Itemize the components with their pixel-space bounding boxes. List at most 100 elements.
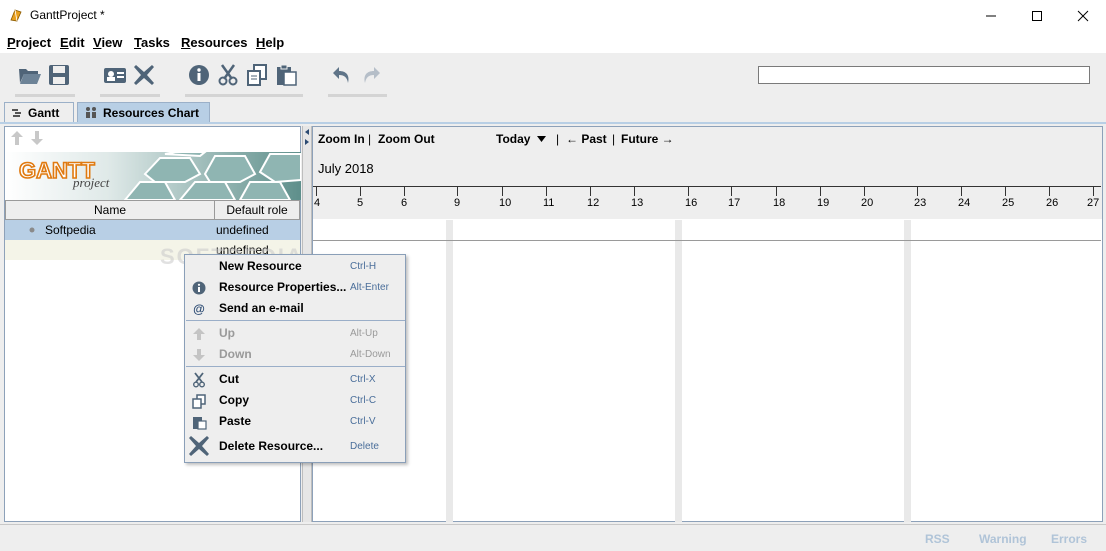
menu-copy[interactable]: Copy Ctrl-C bbox=[185, 390, 405, 411]
minimize-button[interactable] bbox=[968, 0, 1014, 31]
copy-icon bbox=[247, 64, 267, 86]
search-input[interactable] bbox=[758, 66, 1090, 84]
timeline-tick bbox=[546, 186, 547, 196]
timeline-day-label: 6 bbox=[401, 197, 408, 209]
toolbar-group-divider bbox=[15, 94, 75, 97]
column-header-name[interactable]: Name bbox=[5, 200, 215, 220]
menu-edit[interactable]: Edit bbox=[60, 35, 85, 50]
menu-resource-properties[interactable]: Resource Properties... Alt-Enter bbox=[185, 277, 405, 298]
timeline-day-label: 16 bbox=[685, 197, 698, 209]
open-button[interactable] bbox=[17, 62, 43, 88]
timeline-tick bbox=[688, 186, 689, 196]
tab-gantt[interactable]: Gantt bbox=[4, 102, 74, 122]
menu-view[interactable]: View bbox=[93, 35, 122, 50]
status-errors[interactable]: Errors bbox=[1051, 532, 1087, 546]
timeline-day-label: 25 bbox=[1002, 197, 1015, 209]
timeline-day-label: 26 bbox=[1046, 197, 1059, 209]
paste-icon bbox=[277, 64, 297, 86]
future-link[interactable]: Future → bbox=[621, 132, 674, 146]
menu-tasks[interactable]: Tasks bbox=[134, 35, 170, 50]
menu-project[interactable]: Project bbox=[7, 35, 51, 50]
today-link[interactable]: Today bbox=[496, 132, 530, 146]
close-button[interactable] bbox=[1060, 0, 1106, 31]
tab-gantt-label: Gantt bbox=[28, 105, 60, 120]
undo-button[interactable] bbox=[329, 62, 355, 88]
save-button[interactable] bbox=[46, 62, 72, 88]
cut-button[interactable] bbox=[215, 62, 241, 88]
timeline-tick bbox=[502, 186, 503, 196]
month-label: July 2018 bbox=[318, 161, 374, 176]
minimize-icon bbox=[986, 15, 996, 16]
timeline-day-label: 18 bbox=[773, 197, 786, 209]
timeline-day-label: 10 bbox=[499, 197, 512, 209]
resource-role: undefined bbox=[216, 223, 269, 237]
copy-button[interactable] bbox=[244, 62, 270, 88]
weekend-column bbox=[446, 220, 453, 522]
menu-up[interactable]: Up Alt-Up bbox=[185, 323, 405, 344]
delete-button[interactable] bbox=[131, 62, 157, 88]
timeline-tick bbox=[1049, 186, 1050, 196]
zoom-in-link[interactable]: Zoom In bbox=[318, 132, 365, 146]
menu-item-shortcut: Alt-Up bbox=[350, 328, 378, 339]
timeline-day-label: 13 bbox=[631, 197, 644, 209]
menu-new-resource[interactable]: New Resource Ctrl-H bbox=[185, 256, 405, 277]
timeline-tick bbox=[731, 186, 732, 196]
splitter-arrows-icon bbox=[305, 129, 309, 145]
info-button[interactable] bbox=[186, 62, 212, 88]
tab-resources-chart-label: Resources Chart bbox=[103, 105, 200, 120]
maximize-icon bbox=[1032, 10, 1042, 21]
tab-underline bbox=[0, 122, 1106, 124]
status-warning[interactable]: Warning bbox=[979, 532, 1027, 546]
paste-button[interactable] bbox=[273, 62, 299, 88]
column-header-default-role[interactable]: Default role bbox=[214, 200, 300, 220]
gantt-tab-icon bbox=[12, 108, 21, 117]
toolbar-group-divider bbox=[185, 94, 303, 97]
menu-item-label: Up bbox=[219, 326, 235, 340]
tab-resources-chart[interactable]: Resources Chart bbox=[77, 102, 210, 122]
menu-item-shortcut: Alt-Enter bbox=[350, 282, 389, 293]
maximize-button[interactable] bbox=[1014, 0, 1060, 31]
timeline-ruler bbox=[313, 186, 1101, 187]
timeline-day-label: 12 bbox=[587, 197, 600, 209]
open-folder-icon bbox=[19, 69, 41, 84]
timeline-day-label: 23 bbox=[914, 197, 927, 209]
at-icon: @ bbox=[193, 302, 205, 316]
timeline-day-label: 11 bbox=[543, 197, 555, 209]
menu-delete-resource[interactable]: Delete Resource... Delete bbox=[185, 436, 405, 457]
delete-icon bbox=[134, 65, 154, 85]
chevron-down-icon[interactable] bbox=[537, 136, 546, 142]
undo-icon bbox=[333, 67, 349, 83]
menu-cut[interactable]: Cut Ctrl-X bbox=[185, 369, 405, 390]
menu-down[interactable]: Down Alt-Down bbox=[185, 344, 405, 365]
timeline-tick bbox=[360, 186, 361, 196]
nav-separator: | bbox=[556, 132, 560, 146]
menu-item-shortcut: Delete bbox=[350, 441, 379, 452]
status-rss[interactable]: RSS bbox=[925, 532, 950, 546]
zoom-out-link[interactable]: Zoom Out bbox=[378, 132, 435, 146]
timeline-day-label: 19 bbox=[817, 197, 830, 209]
move-arrows bbox=[9, 130, 49, 149]
menu-help[interactable]: Help bbox=[256, 35, 284, 50]
move-up-icon[interactable] bbox=[11, 131, 23, 145]
move-down-icon[interactable] bbox=[31, 131, 43, 145]
table-row[interactable]: Softpedia undefined bbox=[5, 220, 300, 240]
tree-node-icon bbox=[29, 227, 35, 233]
menu-item-label: Cut bbox=[219, 372, 239, 386]
resource-properties-button[interactable] bbox=[102, 62, 128, 88]
menu-resources[interactable]: Resources bbox=[181, 35, 247, 50]
resource-card-icon bbox=[104, 68, 126, 83]
menu-separator bbox=[186, 320, 405, 321]
delete-icon bbox=[188, 435, 210, 457]
menu-item-shortcut: Ctrl-C bbox=[350, 395, 377, 406]
past-link[interactable]: ← Past bbox=[566, 132, 607, 146]
timeline-tick bbox=[590, 186, 591, 196]
menu-paste[interactable]: Paste Ctrl-V bbox=[185, 411, 405, 432]
timeline-tick bbox=[864, 186, 865, 196]
timeline-day-label: 27 bbox=[1087, 197, 1100, 209]
menu-send-email[interactable]: @ Send an e-mail bbox=[185, 298, 405, 319]
timeline-tick bbox=[404, 186, 405, 196]
close-icon bbox=[1077, 10, 1089, 21]
redo-icon bbox=[364, 67, 380, 83]
window-title: GanttProject * bbox=[30, 8, 105, 22]
redo-button[interactable] bbox=[358, 62, 384, 88]
